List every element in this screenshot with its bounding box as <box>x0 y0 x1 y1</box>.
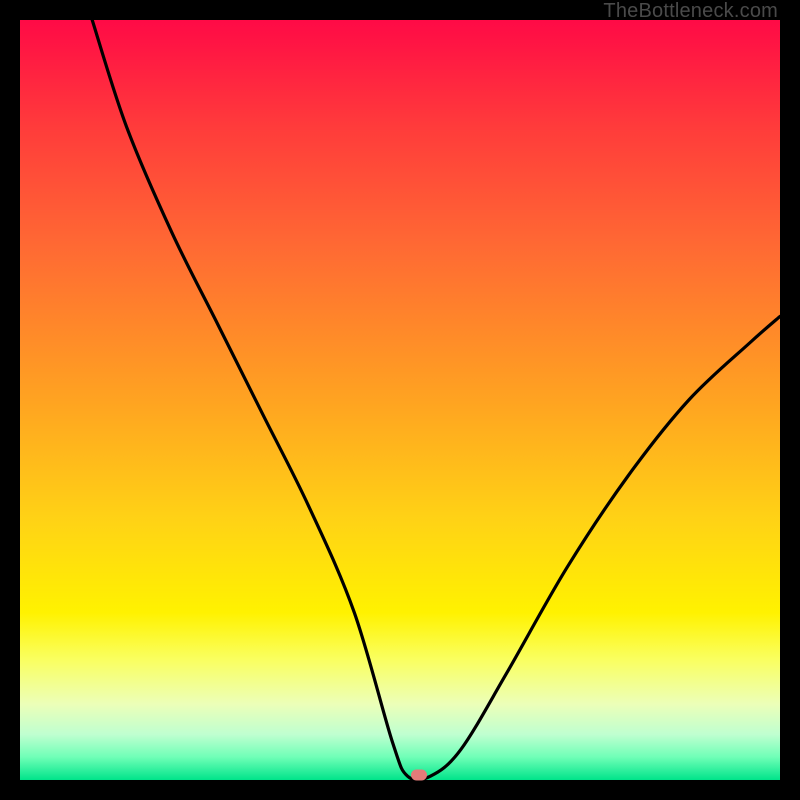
chart-curve-svg <box>20 20 780 780</box>
chart-frame <box>20 20 780 780</box>
bottleneck-curve-path <box>92 20 780 780</box>
optimal-point-marker <box>411 770 427 781</box>
